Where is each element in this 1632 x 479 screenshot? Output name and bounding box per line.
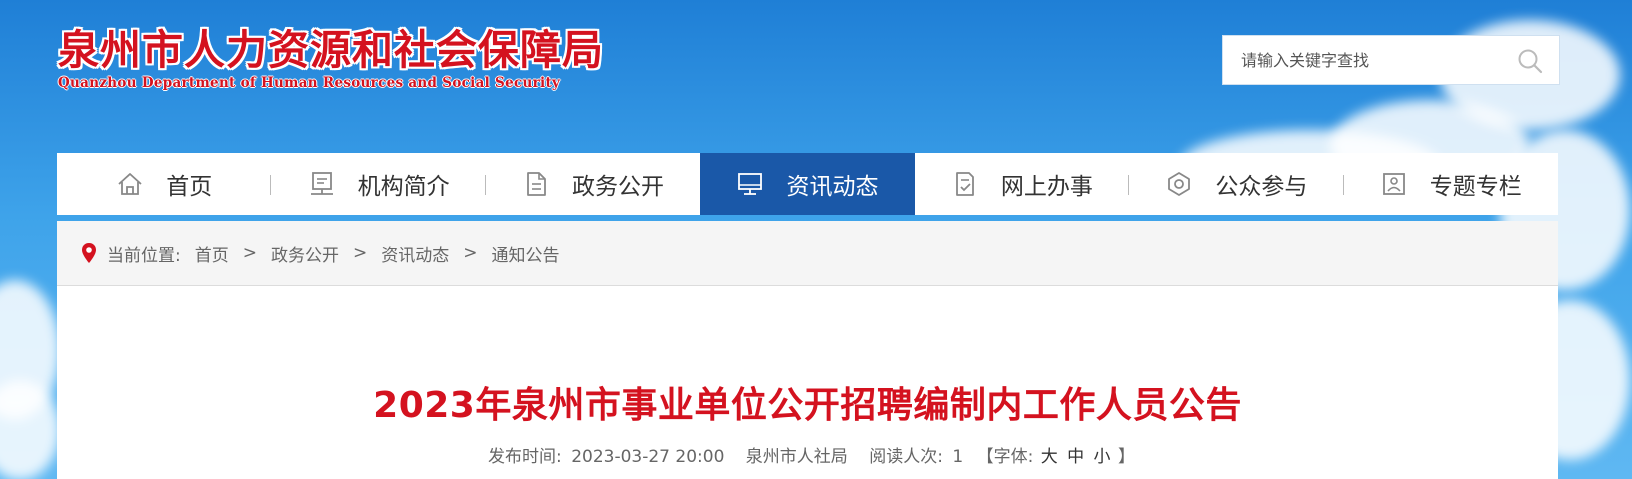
search-input[interactable] (1223, 36, 1511, 84)
checklist-icon (955, 172, 974, 196)
breadcrumb-home[interactable]: 首页 (195, 241, 229, 266)
site-name-en: Quanzhou Department of Human Resources a… (58, 75, 561, 91)
search-button[interactable] (1499, 36, 1559, 84)
nav-item-home[interactable]: 首页 (57, 153, 272, 215)
document-icon (527, 172, 546, 196)
search-box (1222, 35, 1560, 85)
article-title: 2023年泉州市事业单位公开招聘编制内工作人员公告 (373, 385, 1242, 426)
nav-item-online-services[interactable]: 网上办事 (915, 153, 1130, 215)
home-icon (118, 173, 142, 195)
publish-time-group: 发布时间: 2023-03-27 20:00 (488, 447, 730, 467)
content-panel: 当前位置: 首页 > 政务公开 > 资讯动态 > 通知公告 2023年泉州市事业… (57, 221, 1558, 479)
font-size-large-button[interactable]: 大 (1041, 447, 1058, 467)
organization-icon (310, 172, 333, 195)
breadcrumb-government-affairs[interactable]: 政务公开 (271, 241, 339, 266)
font-size-label-close: 】 (1117, 447, 1135, 467)
site-logo[interactable]: 泉州市人力资源和社会保障局 Quanzhou Department of Hum… (58, 26, 604, 92)
breadcrumb-label: 当前位置: (107, 245, 181, 266)
nav-item-label: 网上办事 (1000, 174, 1093, 200)
breadcrumb-separator: > (352, 243, 368, 263)
read-count-group: 阅读人次: 1 (869, 447, 968, 467)
column-icon (1382, 173, 1405, 195)
font-size-small-button[interactable]: 小 (1094, 447, 1111, 467)
breadcrumb-separator: > (463, 243, 478, 263)
nav-item-organization[interactable]: 机构简介 (271, 153, 486, 215)
main-nav: 首页 机构简介 政务公开 资讯动态 网上办事 公众参与 专题专栏 (57, 153, 1558, 215)
cloud (0, 380, 60, 479)
nav-item-label: 资讯动态 (786, 174, 879, 200)
monitor-icon (738, 173, 763, 195)
article-meta: 发布时间: 2023-03-27 20:00 泉州市人社局 阅读人次: 1 【字… (57, 442, 1558, 467)
site-name-cn: 泉州市人力资源和社会保障局 (58, 26, 604, 74)
participation-icon (1168, 172, 1191, 196)
breadcrumb: 当前位置: 首页 > 政务公开 > 资讯动态 > 通知公告 (57, 221, 1558, 286)
location-pin-icon (82, 243, 96, 263)
font-size-medium-button[interactable]: 中 (1067, 447, 1084, 467)
publish-time-label: 发布时间: (488, 447, 562, 467)
breadcrumb-notices[interactable]: 通知公告 (491, 241, 559, 266)
breadcrumb-news[interactable]: 资讯动态 (381, 241, 449, 266)
nav-item-news[interactable]: 资讯动态 (700, 153, 915, 215)
nav-item-public-participation[interactable]: 公众参与 (1129, 153, 1344, 215)
search-icon (1518, 49, 1543, 74)
read-count-label: 阅读人次: (869, 447, 943, 467)
breadcrumb-separator: > (242, 243, 257, 263)
read-count: 1 (952, 447, 964, 467)
font-size-label: 【字体: (976, 447, 1034, 467)
nav-item-label: 专题专栏 (1429, 174, 1522, 200)
nav-item-government-affairs[interactable]: 政务公开 (486, 153, 700, 215)
nav-item-label: 公众参与 (1215, 174, 1308, 200)
publish-time: 2023-03-27 20:00 (571, 447, 725, 467)
nav-item-special-topics[interactable]: 专题专栏 (1344, 153, 1558, 215)
article-source: 泉州市人社局 (745, 447, 848, 467)
nav-item-label: 首页 (166, 174, 213, 200)
nav-item-label: 政务公开 (572, 174, 665, 200)
nav-item-label: 机构简介 (357, 174, 450, 200)
